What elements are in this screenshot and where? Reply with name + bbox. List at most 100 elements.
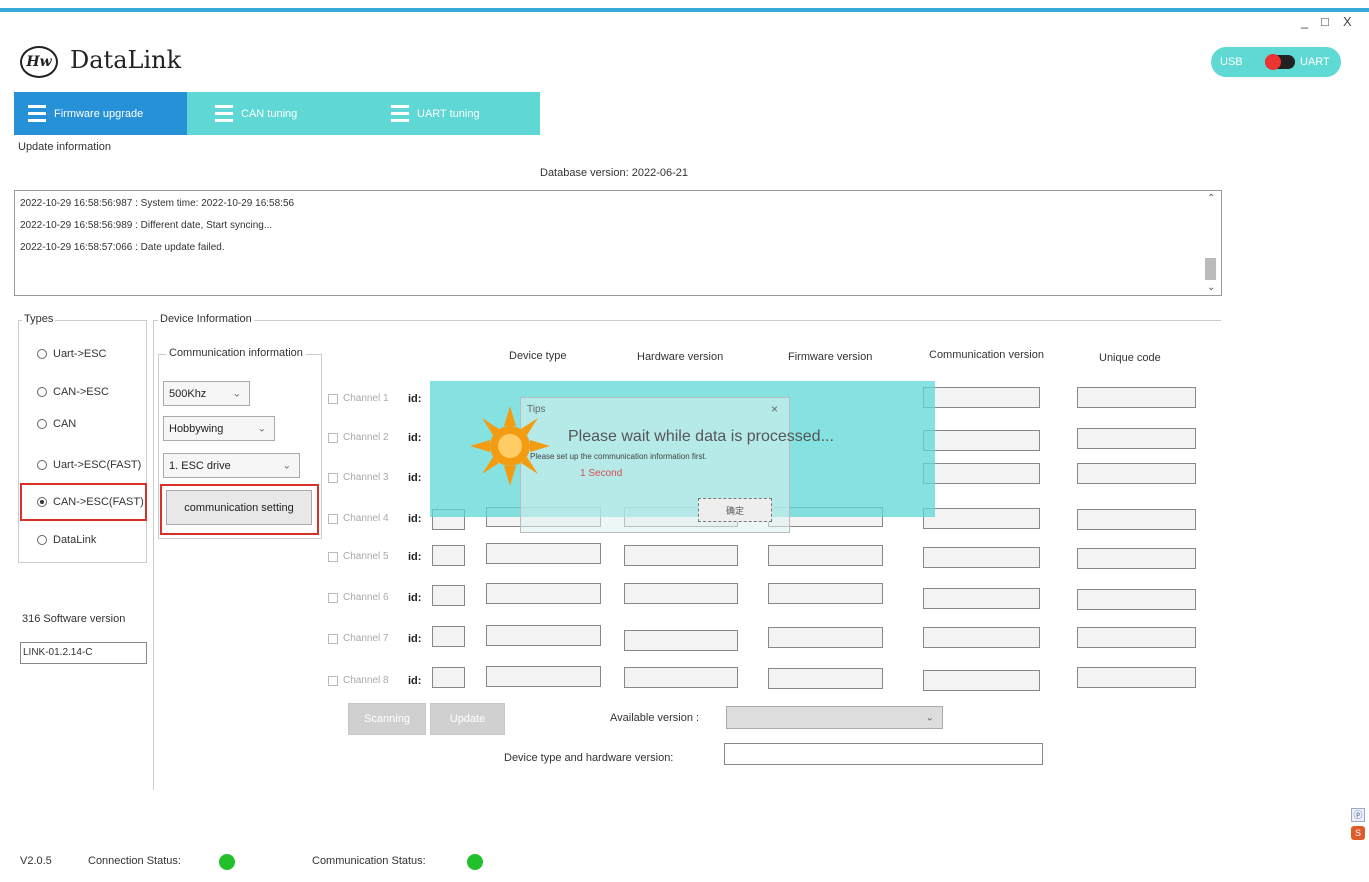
minimize-button[interactable]: _ bbox=[1301, 14, 1308, 29]
baud-rate-select[interactable]: 500Khz ⌄ bbox=[163, 381, 250, 406]
channel-checkbox[interactable] bbox=[328, 514, 338, 524]
channel-id-field[interactable] bbox=[432, 667, 465, 688]
channel-checkbox[interactable] bbox=[328, 433, 338, 443]
app-title: DataLink bbox=[70, 46, 182, 74]
device-hw-version-field[interactable] bbox=[724, 743, 1043, 765]
radio-circle-icon[interactable] bbox=[37, 349, 47, 359]
channel-checkbox[interactable] bbox=[328, 593, 338, 603]
device-info-divider bbox=[153, 320, 1221, 321]
radio-can-esc[interactable]: CAN->ESC bbox=[37, 386, 109, 398]
tab-uart-tuning[interactable]: UART tuning bbox=[363, 92, 540, 135]
communication-status-indicator-icon bbox=[467, 854, 483, 870]
connection-status-label: Connection Status: bbox=[88, 855, 181, 867]
dialog-message: Please set up the communication informat… bbox=[530, 452, 707, 461]
chevron-down-icon: ⌄ bbox=[925, 712, 934, 723]
side-app-icon[interactable]: S bbox=[1351, 826, 1365, 840]
dialog-countdown: 1 Second bbox=[580, 468, 623, 479]
radio-circle-icon[interactable] bbox=[37, 460, 47, 470]
scanning-button[interactable]: Scanning bbox=[348, 703, 426, 735]
channel-checkbox[interactable] bbox=[328, 676, 338, 686]
communication-version-field bbox=[923, 430, 1040, 451]
tab-label: UART tuning bbox=[417, 107, 480, 120]
dialog-ok-button[interactable]: 确定 bbox=[698, 498, 772, 522]
communication-version-field bbox=[923, 547, 1040, 568]
close-window-button[interactable]: X bbox=[1343, 14, 1352, 29]
hardware-version-field bbox=[624, 545, 738, 566]
column-header-device-type: Device type bbox=[509, 350, 567, 362]
column-header-unique-code: Unique code bbox=[1099, 352, 1161, 364]
channel-checkbox[interactable] bbox=[328, 552, 338, 562]
channel-checkbox[interactable] bbox=[328, 473, 338, 483]
protocol-select[interactable]: Hobbywing ⌄ bbox=[163, 416, 275, 441]
radio-uart-esc-fast[interactable]: Uart->ESC(FAST) bbox=[37, 459, 141, 471]
side-tool-icon[interactable]: ⓟ bbox=[1351, 808, 1365, 822]
communication-version-field bbox=[923, 670, 1040, 691]
radio-datalink[interactable]: DataLink bbox=[37, 534, 96, 546]
radio-circle-icon[interactable] bbox=[37, 535, 47, 545]
unique-code-field bbox=[1077, 509, 1196, 530]
tab-label: CAN tuning bbox=[241, 107, 298, 120]
update-button[interactable]: Update bbox=[430, 703, 505, 735]
firmware-version-field bbox=[768, 583, 883, 604]
toggle-switch-knob[interactable] bbox=[1265, 54, 1281, 70]
communication-version-field bbox=[923, 588, 1040, 609]
unique-code-field bbox=[1077, 463, 1196, 484]
maximize-button[interactable]: □ bbox=[1321, 14, 1329, 29]
radio-circle-icon[interactable] bbox=[37, 497, 47, 507]
dialog-close-icon[interactable]: × bbox=[771, 402, 778, 416]
channel-id-field[interactable] bbox=[432, 626, 465, 647]
database-version: Database version: 2022-06-21 bbox=[540, 167, 688, 179]
drive-select[interactable]: 1. ESC drive ⌄ bbox=[163, 453, 300, 478]
scroll-up-arrow-icon[interactable]: ⌃ bbox=[1207, 193, 1215, 204]
device-info-divider bbox=[153, 320, 154, 790]
channel-id-field[interactable] bbox=[432, 585, 465, 606]
channel-checkbox[interactable] bbox=[328, 634, 338, 644]
chevron-down-icon: ⌄ bbox=[257, 423, 266, 434]
channel-checkbox[interactable] bbox=[328, 394, 338, 404]
log-scrollbar-thumb[interactable] bbox=[1205, 258, 1216, 280]
tab-can-tuning[interactable]: CAN tuning bbox=[187, 92, 363, 135]
device-type-field bbox=[486, 625, 601, 646]
radio-can[interactable]: CAN bbox=[37, 418, 76, 430]
hardware-version-field bbox=[624, 630, 738, 651]
app-version: V2.0.5 bbox=[20, 855, 52, 867]
sun-loading-icon bbox=[470, 406, 550, 486]
wait-message: Please wait while data is processed... bbox=[568, 428, 834, 445]
device-type-field bbox=[486, 583, 601, 604]
column-header-hardware-version: Hardware version bbox=[637, 351, 724, 363]
communication-version-field bbox=[923, 387, 1040, 408]
radio-circle-icon[interactable] bbox=[37, 387, 47, 397]
radio-circle-icon[interactable] bbox=[37, 419, 47, 429]
channel-id-field[interactable] bbox=[432, 545, 465, 566]
unique-code-field bbox=[1077, 627, 1196, 648]
connection-status-indicator-icon bbox=[219, 854, 235, 870]
log-line: 2022-10-29 16:58:56:989 : Different date… bbox=[20, 220, 273, 231]
top-accent-line bbox=[0, 8, 1369, 12]
communication-version-field bbox=[923, 508, 1040, 529]
unique-code-field bbox=[1077, 548, 1196, 569]
communication-setting-button[interactable]: communication setting bbox=[166, 490, 312, 525]
available-version-select[interactable]: ⌄ bbox=[726, 706, 943, 729]
toggle-uart-label: UART bbox=[1300, 56, 1330, 68]
software-version-field[interactable]: LINK-01.2.14-C bbox=[20, 642, 147, 664]
unique-code-field bbox=[1077, 589, 1196, 610]
radio-uart-esc[interactable]: Uart->ESC bbox=[37, 348, 107, 360]
chip-icon bbox=[28, 103, 46, 125]
scroll-down-arrow-icon[interactable]: ⌄ bbox=[1207, 282, 1215, 293]
hardware-version-field bbox=[624, 667, 738, 688]
hobbywing-logo: Hw bbox=[20, 46, 58, 78]
update-information-label: Update information bbox=[18, 141, 111, 153]
communication-status-label: Communication Status: bbox=[312, 855, 426, 867]
checklist-icon bbox=[215, 103, 233, 125]
unique-code-field bbox=[1077, 387, 1196, 408]
communication-version-field bbox=[923, 463, 1040, 484]
tab-firmware-upgrade[interactable]: Firmware upgrade bbox=[14, 92, 187, 135]
column-header-firmware-version: Firmware version bbox=[788, 351, 873, 363]
device-information-label: Device Information bbox=[158, 313, 254, 325]
available-version-label: Available version : bbox=[610, 712, 700, 724]
types-label: Types bbox=[22, 313, 56, 325]
radio-can-esc-fast[interactable]: CAN->ESC(FAST) bbox=[37, 496, 144, 508]
hardware-version-field bbox=[624, 583, 738, 604]
log-line: 2022-10-29 16:58:56:987 : System time: 2… bbox=[20, 198, 295, 209]
communication-information-label: Communication information bbox=[166, 347, 306, 359]
